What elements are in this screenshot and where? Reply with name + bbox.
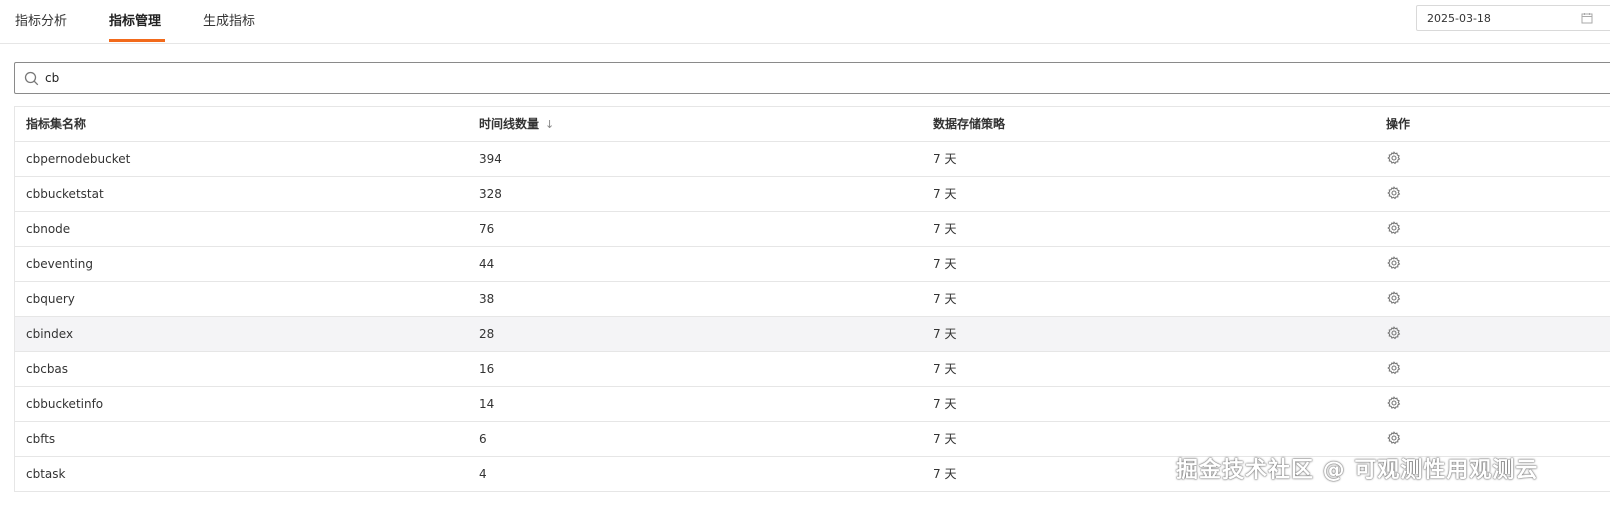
storage-policy: 7 天 — [933, 292, 957, 306]
storage-policy: 7 天 — [933, 467, 957, 481]
date-picker[interactable]: 2025-03-18 — [1416, 5, 1610, 31]
metric-set-name: cbfts — [26, 432, 56, 446]
metric-set-name: cbbucketstat — [26, 187, 104, 201]
metric-set-table: 指标集名称 时间线数量 ↓ 数据存储策略 操作 cbpernodebucket 3… — [14, 106, 1610, 492]
header-actions: 操作 — [1386, 117, 1411, 131]
table-row[interactable]: cbindex 28 7 天 — [15, 317, 1610, 352]
date-value: 2025-03-18 — [1427, 12, 1491, 25]
search-icon — [24, 71, 39, 86]
timeline-count: 16 — [479, 362, 495, 376]
storage-policy: 7 天 — [933, 327, 957, 341]
watermark: 掘金技术社区 @ 可观测性用观测云 — [1176, 458, 1539, 483]
storage-policy: 7 天 — [933, 222, 957, 236]
tab-metric-analysis[interactable]: 指标分析 — [15, 10, 67, 29]
search-box[interactable] — [14, 62, 1610, 94]
storage-policy: 7 天 — [933, 362, 957, 376]
metric-set-name: cbeventing — [26, 257, 93, 271]
timeline-count: 394 — [479, 152, 502, 166]
settings-gear-icon[interactable] — [1387, 151, 1401, 165]
metric-set-name: cbpernodebucket — [26, 152, 131, 166]
settings-gear-icon[interactable] — [1387, 396, 1401, 410]
timeline-count: 14 — [479, 397, 495, 411]
tab-bar: 指标分析 指标管理 生成指标 2025-03-18 — [0, 0, 1610, 44]
metric-set-name: cbcbas — [26, 362, 69, 376]
table-row[interactable]: cbquery 38 7 天 — [15, 282, 1610, 317]
timeline-count: 328 — [479, 187, 502, 201]
metric-set-name: cbquery — [26, 292, 75, 306]
settings-gear-icon[interactable] — [1387, 291, 1401, 305]
metric-set-name: cbtask — [26, 467, 66, 481]
table-header-row: 指标集名称 时间线数量 ↓ 数据存储策略 操作 — [15, 107, 1610, 142]
table-row[interactable]: cbeventing 44 7 天 — [15, 247, 1610, 282]
metric-set-name: cbindex — [26, 327, 74, 341]
timeline-count: 4 — [479, 467, 487, 481]
calendar-icon[interactable] — [1581, 12, 1593, 24]
table-row[interactable]: cbnode 76 7 天 — [15, 212, 1610, 247]
storage-policy: 7 天 — [933, 432, 957, 446]
table-row[interactable]: cbbucketinfo 14 7 天 — [15, 387, 1610, 422]
tab-generate-metric[interactable]: 生成指标 — [203, 10, 255, 29]
metric-set-name: cbnode — [26, 222, 71, 236]
settings-gear-icon[interactable] — [1387, 186, 1401, 200]
timeline-count: 44 — [479, 257, 495, 271]
table-row[interactable]: cbpernodebucket 394 7 天 — [15, 142, 1610, 177]
timeline-count: 6 — [479, 432, 487, 446]
settings-gear-icon[interactable] — [1387, 361, 1401, 375]
tab-metric-management[interactable]: 指标管理 — [109, 10, 161, 29]
header-timeline-count-label: 时间线数量 — [479, 117, 540, 131]
storage-policy: 7 天 — [933, 257, 957, 271]
header-timeline-count[interactable]: 时间线数量 ↓ — [479, 107, 554, 141]
sort-desc-icon[interactable]: ↓ — [545, 108, 554, 142]
storage-policy: 7 天 — [933, 187, 957, 201]
timeline-count: 38 — [479, 292, 495, 306]
settings-gear-icon[interactable] — [1387, 431, 1401, 445]
timeline-count: 76 — [479, 222, 495, 236]
settings-gear-icon[interactable] — [1387, 326, 1401, 340]
table-row[interactable]: cbcbas 16 7 天 — [15, 352, 1610, 387]
active-tab-indicator — [109, 39, 165, 42]
table-row[interactable]: cbbucketstat 328 7 天 — [15, 177, 1610, 212]
settings-gear-icon[interactable] — [1387, 256, 1401, 270]
header-metric-set-name: 指标集名称 — [26, 117, 87, 131]
timeline-count: 28 — [479, 327, 495, 341]
metric-set-name: cbbucketinfo — [26, 397, 104, 411]
storage-policy: 7 天 — [933, 397, 957, 411]
settings-gear-icon[interactable] — [1387, 221, 1401, 235]
search-input[interactable] — [45, 67, 1545, 89]
header-storage-policy: 数据存储策略 — [933, 117, 1006, 131]
storage-policy: 7 天 — [933, 152, 957, 166]
